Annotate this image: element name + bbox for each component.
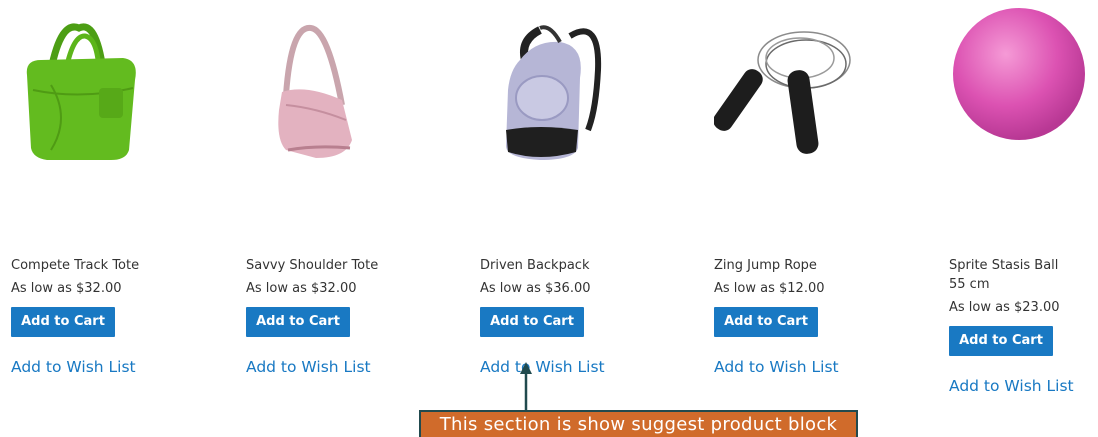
- product-price: As low as $36.00: [480, 281, 591, 296]
- product-card: Driven Backpack As low as $36.00 Add to …: [480, 0, 680, 376]
- add-to-cart-button[interactable]: Add to Cart: [246, 307, 350, 337]
- product-image-savvy-shoulder-tote[interactable]: [246, 0, 416, 180]
- suggested-products-grid: Compete Track Tote As low as $32.00 Add …: [0, 0, 1098, 437]
- product-card: Zing Jump Rope As low as $12.00 Add to C…: [713, 0, 914, 376]
- product-price: As low as $12.00: [714, 281, 825, 296]
- product-image-driven-backpack[interactable]: [480, 0, 650, 180]
- pink-tote-image: [278, 24, 352, 158]
- product-card: Compete Track Tote As low as $32.00 Add …: [11, 0, 211, 376]
- stasis-ball-image: [953, 8, 1085, 140]
- green-tote-image: [26, 23, 136, 160]
- product-name[interactable]: Sprite Stasis Ball 55 cm: [949, 256, 1079, 294]
- add-to-cart-button[interactable]: Add to Cart: [949, 326, 1053, 356]
- add-to-wish-list-link[interactable]: Add to Wish List: [480, 357, 605, 377]
- backpack-image: [506, 25, 602, 160]
- product-card: Savvy Shoulder Tote As low as $32.00 Add…: [246, 0, 446, 376]
- product-name[interactable]: Compete Track Tote: [11, 256, 151, 275]
- add-to-cart-button[interactable]: Add to Cart: [480, 307, 584, 337]
- product-name[interactable]: Zing Jump Rope: [714, 256, 854, 275]
- product-price: As low as $23.00: [949, 300, 1060, 315]
- product-image-compete-track-tote[interactable]: [11, 0, 181, 180]
- jump-rope-image: [713, 31, 851, 154]
- product-price: As low as $32.00: [246, 281, 357, 296]
- add-to-cart-button[interactable]: Add to Cart: [11, 307, 115, 337]
- product-name[interactable]: Savvy Shoulder Tote: [246, 256, 386, 275]
- product-price: As low as $32.00: [11, 281, 122, 296]
- add-to-cart-button[interactable]: Add to Cart: [714, 307, 818, 337]
- add-to-wish-list-link[interactable]: Add to Wish List: [246, 357, 371, 377]
- add-to-wish-list-link[interactable]: Add to Wish List: [714, 357, 839, 377]
- product-card: Sprite Stasis Ball 55 cm As low as $23.0…: [949, 0, 1098, 395]
- add-to-wish-list-link[interactable]: Add to Wish List: [949, 376, 1074, 396]
- product-image-sprite-stasis-ball[interactable]: [949, 0, 1098, 180]
- product-name[interactable]: Driven Backpack: [480, 256, 620, 275]
- annotation-callout: This section is show suggest product blo…: [419, 410, 858, 437]
- callout-arrow-icon: [520, 362, 532, 410]
- product-image-zing-jump-rope[interactable]: [713, 0, 884, 180]
- add-to-wish-list-link[interactable]: Add to Wish List: [11, 357, 136, 377]
